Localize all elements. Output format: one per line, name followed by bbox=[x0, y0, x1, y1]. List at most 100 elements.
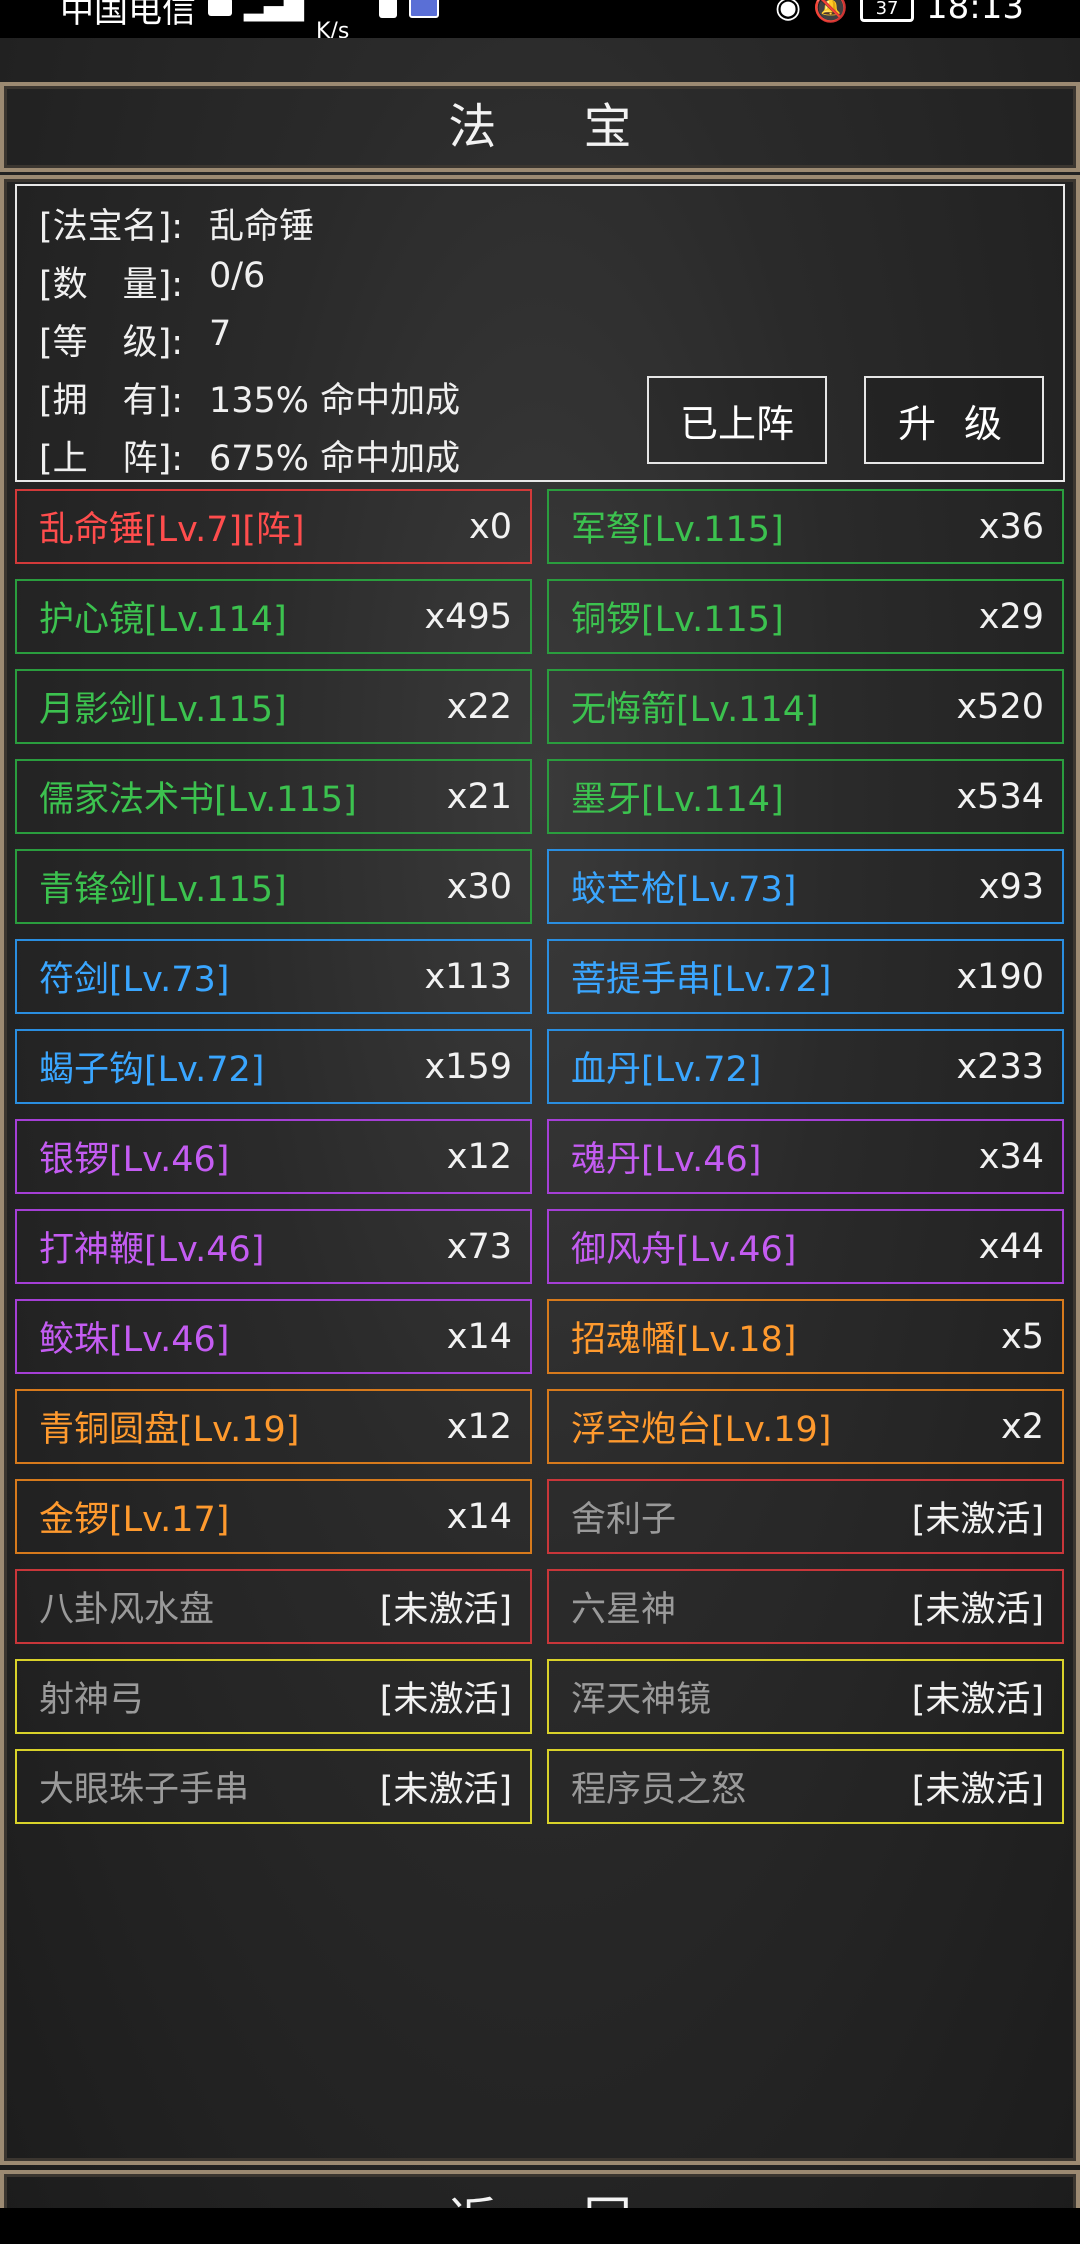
treasure-item-name: 浑天神镜 bbox=[571, 1680, 712, 1720]
treasure-item-name: 六星神 bbox=[571, 1590, 677, 1630]
treasure-item-count: x12 bbox=[446, 1136, 512, 1177]
upgrade-button[interactable]: 升 级 bbox=[864, 376, 1044, 464]
info-own-value: 135% 命中加成 bbox=[209, 381, 461, 421]
treasure-item-count: x73 bbox=[446, 1226, 512, 1267]
treasure-item[interactable]: 乱命锤[Lv.7][阵] x0 bbox=[15, 489, 532, 564]
treasure-item[interactable]: 菩提手串[Lv.72] x190 bbox=[547, 939, 1064, 1014]
treasure-item-name: 铜锣[Lv.115] bbox=[571, 600, 784, 640]
treasure-item-name: 青铜圆盘[Lv.19] bbox=[39, 1410, 300, 1450]
treasure-item[interactable]: 六星神 [未激活] bbox=[547, 1569, 1064, 1644]
treasure-item[interactable]: 蝎子钩[Lv.72] x159 bbox=[15, 1029, 532, 1104]
treasure-item-name: 舍利子 bbox=[571, 1500, 677, 1540]
treasure-item[interactable]: 魂丹[Lv.46] x34 bbox=[547, 1119, 1064, 1194]
hd-icon bbox=[208, 0, 232, 16]
treasure-item-count: x5 bbox=[1001, 1316, 1044, 1357]
treasure-item-name: 程序员之怒 bbox=[571, 1770, 747, 1810]
treasure-item[interactable]: 大眼珠子手串 [未激活] bbox=[15, 1749, 532, 1824]
info-deploy-value: 675% 命中加成 bbox=[209, 439, 461, 479]
treasure-item[interactable]: 打神鞭[Lv.46] x73 bbox=[15, 1209, 532, 1284]
treasure-item[interactable]: 墨牙[Lv.114] x534 bbox=[547, 759, 1064, 834]
info-deploy-key: [上 阵]: bbox=[39, 439, 184, 479]
treasure-item-count: x14 bbox=[446, 1316, 512, 1357]
treasure-item[interactable]: 无悔箭[Lv.114] x520 bbox=[547, 669, 1064, 744]
treasure-item-name: 金锣[Lv.17] bbox=[39, 1500, 230, 1540]
treasure-item-count: x22 bbox=[446, 686, 512, 727]
treasure-item-name: 银锣[Lv.46] bbox=[39, 1140, 230, 1180]
treasure-item[interactable]: 金锣[Lv.17] x14 bbox=[15, 1479, 532, 1554]
info-own-key: [拥 有]: bbox=[39, 381, 184, 421]
treasure-item-name: 御风舟[Lv.46] bbox=[571, 1230, 797, 1270]
battery-icon: 37 bbox=[860, 0, 915, 22]
info-level-value: 7 bbox=[209, 314, 232, 354]
treasure-item-count: x93 bbox=[978, 866, 1044, 907]
treasure-item-name: 符剑[Lv.73] bbox=[39, 960, 230, 1000]
info-row-level: [等 级]: 7 bbox=[39, 314, 231, 365]
treasure-item-count: x44 bbox=[978, 1226, 1044, 1267]
treasure-item-name: 浮空炮台[Lv.19] bbox=[571, 1410, 832, 1450]
treasure-item-count: [未激活] bbox=[911, 1500, 1044, 1540]
treasure-item-count: x34 bbox=[978, 1136, 1044, 1177]
treasure-item-name: 墨牙[Lv.114] bbox=[571, 780, 784, 820]
treasure-item-count: x21 bbox=[446, 776, 512, 817]
treasure-item[interactable]: 程序员之怒 [未激活] bbox=[547, 1749, 1064, 1824]
treasure-item[interactable]: 月影剑[Lv.115] x22 bbox=[15, 669, 532, 744]
info-row-name: [法宝名]: 乱命锤 bbox=[39, 198, 314, 249]
treasure-item[interactable]: 蛟芒枪[Lv.73] x93 bbox=[547, 849, 1064, 924]
treasure-item-name: 八卦风水盘 bbox=[39, 1590, 215, 1630]
treasure-item-name: 鲛珠[Lv.46] bbox=[39, 1320, 230, 1360]
treasure-item-count: x495 bbox=[424, 596, 512, 637]
treasure-item-count: x30 bbox=[446, 866, 512, 907]
treasure-item-name: 蝎子钩[Lv.72] bbox=[39, 1050, 265, 1090]
treasure-item[interactable]: 浮空炮台[Lv.19] x2 bbox=[547, 1389, 1064, 1464]
treasure-item[interactable]: 护心镜[Lv.114] x495 bbox=[15, 579, 532, 654]
status-right: ◉ 🔕 37 18:13 bbox=[775, 0, 1024, 38]
treasure-item-count: x12 bbox=[446, 1406, 512, 1447]
treasure-item[interactable]: 八卦风水盘 [未激活] bbox=[15, 1569, 532, 1644]
treasure-item-count: [未激活] bbox=[911, 1770, 1044, 1810]
treasure-item[interactable]: 鲛珠[Lv.46] x14 bbox=[15, 1299, 532, 1374]
treasure-item[interactable]: 青铜圆盘[Lv.19] x12 bbox=[15, 1389, 532, 1464]
treasure-item[interactable]: 浑天神镜 [未激活] bbox=[547, 1659, 1064, 1734]
app-notification-icon bbox=[409, 0, 440, 18]
treasure-item-count: x233 bbox=[956, 1046, 1044, 1087]
treasure-item[interactable]: 血丹[Lv.72] x233 bbox=[547, 1029, 1064, 1104]
info-level-key: [等 级]: bbox=[39, 323, 184, 363]
mute-icon: 🔕 bbox=[813, 0, 849, 24]
info-name-value: 乱命锤 bbox=[209, 207, 315, 247]
treasure-item-count: x159 bbox=[424, 1046, 512, 1087]
treasure-item[interactable]: 射神弓 [未激活] bbox=[15, 1659, 532, 1734]
treasure-item[interactable]: 铜锣[Lv.115] x29 bbox=[547, 579, 1064, 654]
page-title: 法 宝 bbox=[448, 99, 668, 155]
treasure-item-count: x14 bbox=[446, 1496, 512, 1537]
carrier-label: 中国电信 bbox=[60, 0, 196, 31]
treasure-item-count: [未激活] bbox=[379, 1680, 512, 1720]
treasure-item[interactable]: 儒家法术书[Lv.115] x21 bbox=[15, 759, 532, 834]
treasure-item-name: 青锋剑[Lv.115] bbox=[39, 870, 287, 910]
treasure-item-count: [未激活] bbox=[379, 1590, 512, 1630]
treasure-item[interactable]: 银锣[Lv.46] x12 bbox=[15, 1119, 532, 1194]
treasure-item[interactable]: 青锋剑[Lv.115] x30 bbox=[15, 849, 532, 924]
treasure-item[interactable]: 舍利子 [未激活] bbox=[547, 1479, 1064, 1554]
treasure-item-count: [未激活] bbox=[379, 1770, 512, 1810]
status-bar: 中国电信 ▂▄▆ K/s ◉ 🔕 37 18:13 bbox=[0, 0, 1080, 38]
treasure-item[interactable]: 军弩[Lv.115] x36 bbox=[547, 489, 1064, 564]
treasure-item-name: 魂丹[Lv.46] bbox=[571, 1140, 762, 1180]
app-screen: 中国电信 ▂▄▆ K/s ◉ 🔕 37 18:13 法 宝 [法宝名]: 乱命锤… bbox=[0, 0, 1080, 2244]
treasure-item-name: 蛟芒枪[Lv.73] bbox=[571, 870, 797, 910]
treasure-item-count: x29 bbox=[978, 596, 1044, 637]
treasure-item-name: 菩提手串[Lv.72] bbox=[571, 960, 832, 1000]
treasure-item[interactable]: 符剑[Lv.73] x113 bbox=[15, 939, 532, 1014]
info-row-deploy: [上 阵]: 675% 命中加成 bbox=[39, 430, 460, 481]
treasure-item-count: x520 bbox=[956, 686, 1044, 727]
treasure-item-name: 血丹[Lv.72] bbox=[571, 1050, 762, 1090]
navigation-bar bbox=[0, 2208, 1080, 2244]
treasure-item-name: 大眼珠子手串 bbox=[39, 1770, 250, 1810]
treasure-item-name: 军弩[Lv.115] bbox=[571, 510, 784, 550]
deployed-button[interactable]: 已上阵 bbox=[647, 376, 827, 464]
treasure-item[interactable]: 御风舟[Lv.46] x44 bbox=[547, 1209, 1064, 1284]
treasure-item[interactable]: 招魂幡[Lv.18] x5 bbox=[547, 1299, 1064, 1374]
eye-icon: ◉ bbox=[774, 0, 802, 25]
notification-icon bbox=[379, 0, 398, 18]
treasure-item-name: 月影剑[Lv.115] bbox=[39, 690, 287, 730]
treasure-item-count: x0 bbox=[469, 506, 512, 547]
